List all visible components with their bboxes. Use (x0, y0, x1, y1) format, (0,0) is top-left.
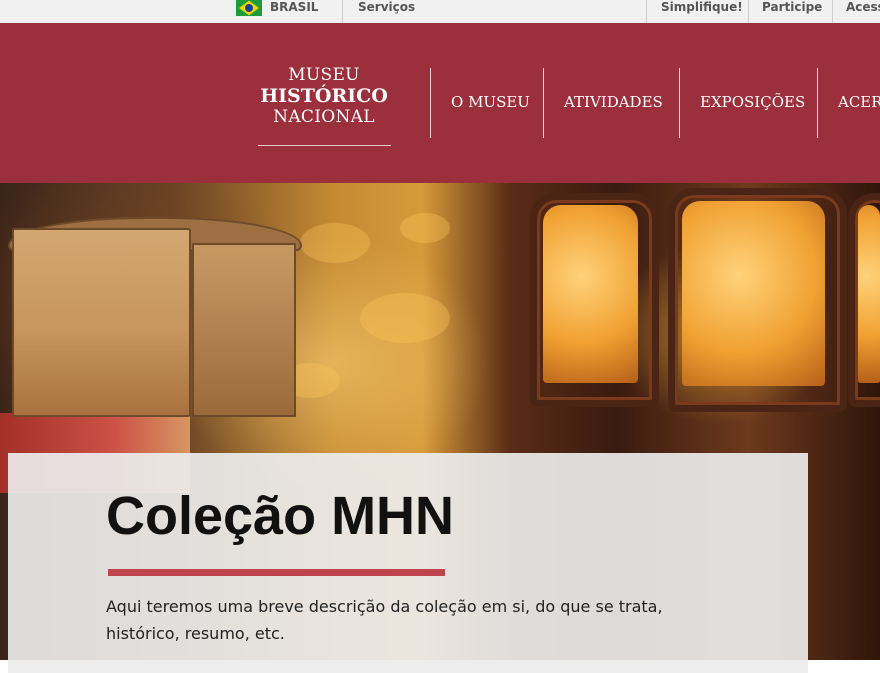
nav-item-exposicoes[interactable]: EXPOSIÇÕES (700, 93, 805, 111)
site-header: MUSEU HISTÓRICO NACIONAL O MUSEU ATIVIDA… (0, 23, 880, 183)
gov-bar: BRASIL Serviços Simplifique! Participe A… (0, 0, 880, 24)
nav-item-atividades[interactable]: ATIVIDADES (564, 93, 663, 111)
gov-brasil-link[interactable]: BRASIL (270, 0, 318, 14)
logo-underline (258, 145, 391, 146)
nav-divider (543, 68, 544, 138)
hero-window-pane (858, 205, 880, 383)
gov-participe-link[interactable]: Participe (762, 0, 822, 14)
nav-item-o-museu[interactable]: O MUSEU (451, 93, 530, 111)
hero-lantern (12, 228, 191, 417)
nav-item-acervo[interactable]: ACER (838, 93, 880, 111)
gov-divider (646, 0, 647, 23)
logo-line-museu: MUSEU (288, 65, 360, 85)
gov-divider (832, 0, 833, 23)
nav-divider (679, 68, 680, 138)
gov-divider (342, 0, 343, 23)
hero-window-pane (543, 205, 638, 383)
nav-divider (817, 68, 818, 138)
gov-services-link[interactable]: Serviços (358, 0, 415, 14)
collection-description: Aqui teremos uma breve descrição da cole… (106, 597, 663, 643)
gov-simplifique-link[interactable]: Simplifique! (661, 0, 743, 14)
title-underline (108, 569, 445, 576)
gov-acesso-link[interactable]: Acess (846, 0, 880, 14)
collection-title: Coleção MHN (106, 486, 455, 546)
nav-divider (430, 68, 431, 138)
brazil-flag-icon (236, 0, 262, 16)
logo-line-historico: HISTÓRICO (260, 85, 388, 107)
gov-divider (748, 0, 749, 23)
hero-window-pane (682, 201, 825, 386)
museum-logo[interactable]: MUSEU HISTÓRICO NACIONAL (258, 65, 390, 128)
logo-line-nacional: NACIONAL (273, 107, 375, 127)
hero-lantern-side (192, 243, 296, 417)
